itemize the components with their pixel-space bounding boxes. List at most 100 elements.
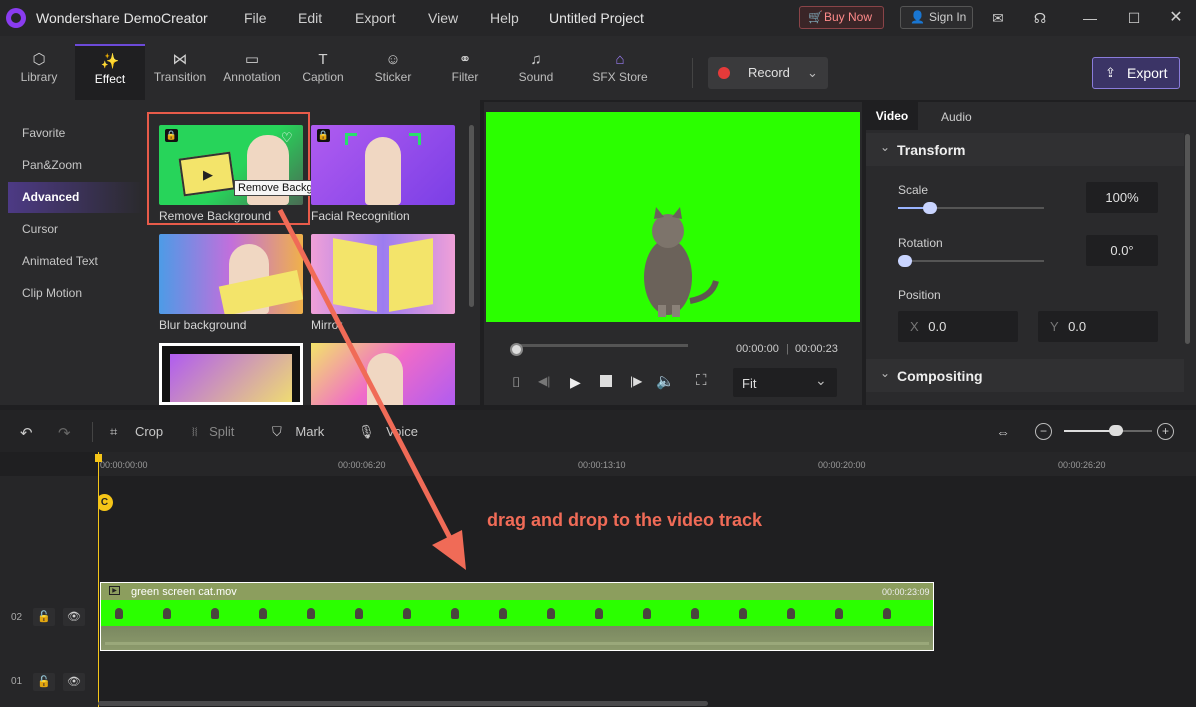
filmstrip-frame: [835, 608, 843, 619]
project-name: Untitled Project: [549, 10, 644, 26]
buy-now-button[interactable]: 🛒 Buy Now: [799, 6, 884, 29]
effect-icon: ✨: [100, 53, 120, 70]
sfx-store-icon: ⌂: [615, 51, 625, 68]
rotation-slider-track[interactable]: [898, 260, 1044, 262]
category-pan-zoom[interactable]: Pan&Zoom: [8, 150, 144, 181]
tab-sticker[interactable]: ☺ Sticker: [358, 44, 428, 100]
menu-file[interactable]: File: [244, 10, 267, 26]
zoom-out-icon[interactable]: −: [1035, 423, 1052, 440]
tab-video[interactable]: Video: [866, 102, 918, 130]
playhead[interactable]: [98, 452, 99, 707]
transform-header[interactable]: ⌄ Transform: [866, 133, 1184, 166]
close-icon[interactable]: ✕: [1166, 8, 1186, 28]
position-y-field[interactable]: Y 0.0: [1038, 311, 1158, 342]
timeline-scrollbar[interactable]: [98, 701, 708, 706]
chevron-down-icon: ⌄: [880, 366, 891, 380]
play-button-icon[interactable]: ▶: [570, 374, 581, 391]
stop-icon[interactable]: [600, 375, 612, 387]
annotation-icon: ▭: [244, 51, 260, 68]
tab-library[interactable]: ⬡ Library: [4, 44, 74, 100]
crop-button[interactable]: ⌗ Crop: [110, 424, 163, 440]
tab-sfx-store[interactable]: ⌂ SFX Store: [585, 44, 655, 100]
caption-icon: T: [318, 51, 328, 68]
category-animated-text[interactable]: Animated Text: [8, 246, 144, 277]
tab-caption[interactable]: T Caption: [288, 44, 358, 100]
position-x-field[interactable]: X 0.0: [898, 311, 1018, 342]
undo-icon[interactable]: ↶: [20, 424, 33, 442]
record-button[interactable]: Record ⌄: [708, 57, 828, 89]
progress-handle[interactable]: [510, 343, 523, 356]
chevron-down-icon: ⌄: [815, 372, 827, 388]
drag-annotation-text: drag and drop to the video track: [487, 510, 763, 530]
chevron-down-icon: ⌄: [880, 140, 891, 154]
fullscreen-icon[interactable]: ⛶: [696, 372, 707, 389]
tab-filter[interactable]: ⚭ Filter: [430, 44, 500, 100]
scale-label: Scale: [898, 183, 929, 197]
menu-edit[interactable]: Edit: [298, 10, 322, 26]
position-label: Position: [898, 288, 941, 302]
menu-export[interactable]: Export: [355, 10, 395, 26]
snapshot-icon[interactable]: ⌷: [512, 374, 520, 391]
fit-label: Fit: [742, 376, 757, 391]
eye-icon[interactable]: 👁: [63, 608, 85, 626]
rotation-slider-handle[interactable]: [898, 255, 912, 267]
zoom-in-icon[interactable]: +: [1157, 423, 1174, 440]
filmstrip-frame: [787, 608, 795, 619]
category-clip-motion[interactable]: Clip Motion: [8, 278, 144, 309]
filmstrip-frame: [883, 608, 891, 619]
properties-scrollbar[interactable]: [1185, 134, 1190, 344]
tab-sound[interactable]: ♫ Sound: [501, 44, 571, 100]
effect-thumb-facial-recognition[interactable]: 🔒: [311, 125, 455, 205]
unlock-icon[interactable]: 🔓: [33, 673, 55, 691]
chevron-down-icon[interactable]: ⌄: [807, 57, 818, 89]
menu-help[interactable]: Help: [490, 10, 519, 26]
split-button[interactable]: ⧘⧙ Split: [192, 424, 234, 440]
marker-icon[interactable]: C: [96, 494, 113, 511]
redo-icon[interactable]: ↷: [58, 424, 71, 442]
current-time: 00:00:00: [736, 343, 779, 355]
mail-icon[interactable]: ✉: [988, 8, 1008, 28]
minimize-icon[interactable]: —: [1080, 8, 1100, 28]
scale-slider-handle[interactable]: [923, 202, 937, 214]
fit-dropdown[interactable]: Fit ⌄: [733, 368, 837, 397]
category-favorite[interactable]: Favorite: [8, 118, 144, 149]
menu-view[interactable]: View: [428, 10, 458, 26]
filmstrip-frame: [739, 608, 747, 619]
maximize-icon[interactable]: ☐: [1124, 8, 1144, 28]
compositing-header[interactable]: ⌄ Compositing: [866, 359, 1184, 392]
timeline-ruler[interactable]: [98, 452, 1196, 476]
tab-effect[interactable]: ✨ Effect: [75, 44, 145, 100]
export-label: Export: [1127, 65, 1168, 81]
scale-value[interactable]: 100%: [1086, 182, 1158, 213]
eye-icon[interactable]: 👁: [63, 673, 85, 691]
sign-in-button[interactable]: 👤 Sign In: [900, 6, 973, 29]
rotation-label: Rotation: [898, 236, 943, 250]
tab-audio[interactable]: Audio: [941, 110, 972, 124]
export-button[interactable]: ⇪ Export: [1092, 57, 1180, 89]
filmstrip-frame: [547, 608, 555, 619]
buy-now-label: Buy Now: [824, 10, 873, 24]
filmstrip-frame: [451, 608, 459, 619]
sound-icon: ♫: [530, 51, 542, 68]
category-cursor[interactable]: Cursor: [8, 214, 144, 245]
playhead-handle[interactable]: [95, 454, 102, 462]
prev-frame-icon[interactable]: ◀|: [538, 374, 550, 388]
clip-duration: 00:00:23:09: [882, 587, 930, 597]
next-frame-icon[interactable]: |▶: [630, 374, 642, 388]
total-time: 00:00:23: [795, 343, 838, 355]
unlock-icon[interactable]: 🔓: [33, 608, 55, 626]
tab-transition[interactable]: ⋈ Transition: [145, 44, 215, 100]
corner-bracket-icon: [409, 133, 421, 145]
tab-annotation[interactable]: ▭ Annotation: [217, 44, 287, 100]
volume-icon[interactable]: 🔈: [656, 372, 675, 390]
ruler-label: 00:00:13:10: [578, 460, 626, 470]
zoom-slider-handle[interactable]: [1109, 425, 1123, 436]
category-advanced[interactable]: Advanced: [8, 182, 144, 213]
rotation-value[interactable]: 0.0°: [1086, 235, 1158, 266]
waveform-line: [105, 642, 929, 645]
headset-icon[interactable]: ☊: [1030, 8, 1050, 28]
video-clip[interactable]: ▶ green screen cat.mov 00:00:23:09: [100, 582, 934, 651]
fit-timeline-icon[interactable]: ⇔: [996, 424, 1010, 440]
toolbar-divider: [92, 422, 93, 442]
progress-track[interactable]: [516, 344, 688, 347]
